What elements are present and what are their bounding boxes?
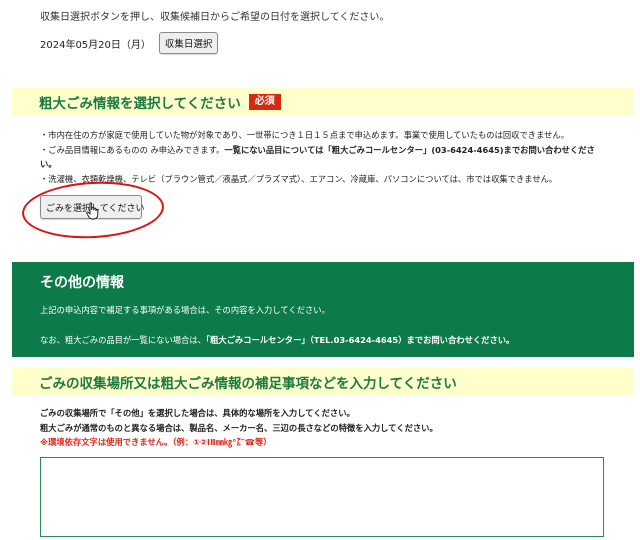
page: 収集日選択ボタンを押し、収集候補日からご希望の日付を選択してください。 2024… [0, 0, 640, 540]
required-badge: 必須 [248, 93, 281, 110]
other-info-title: その他の情報 [40, 275, 124, 291]
collection-date-select-button[interactable]: 収集日選択 [158, 32, 219, 54]
supplement-section-header: ごみの収集場所又は粗大ごみ情報の補足事項などを入力してください [12, 368, 634, 395]
note-2-continued: い。 [40, 157, 630, 172]
note-1: ・市内在住の方が家庭で使用していた物が対象であり、一世帯につき１日１５点まで申込… [40, 130, 570, 140]
note-2: ・ごみ品目情報にあるものの み申込みできます。一覧にない品目については「粗大ごみ… [40, 143, 630, 158]
collection-date-row: 2024年05月20日（月） 収集日選択 [40, 32, 219, 54]
other-info-panel: その他の情報 上記の申込内容で補足する事項がある場合は、その内容を入力してくださ… [12, 262, 634, 357]
env-char-warning: ※環境依存文字は使用できません。（例：①②ⅠⅡ㎜㎏°㌃☎等） [40, 437, 272, 447]
supplement-instructions: ごみの収集場所で「その他」を選択した場合は、具体的な場所を入力してください。 粗… [40, 406, 438, 450]
instruction-1: ごみの収集場所で「その他」を選択した場合は、具体的な場所を入力してください。 [40, 408, 355, 418]
bulky-info-title: 粗大ごみ情報を選択してください [39, 95, 241, 112]
note-2-bold-end: い。 [40, 159, 57, 169]
instruction-2: 粗大ごみが通常のものと異なる場合は、製品名、メーカー名、三辺の長さなどの特徴を入… [40, 422, 438, 433]
bulky-info-section-header: 粗大ごみ情報を選択してください 必須 [12, 88, 634, 115]
note-2-text: ・ごみ品目情報にあるものの み申込みできます。 [40, 144, 225, 155]
hand-cursor-icon [86, 202, 99, 220]
supplement-title: ごみの収集場所又は粗大ごみ情報の補足事項などを入力してください [39, 375, 457, 392]
collection-date-instruction: 収集日選択ボタンを押し、収集候補日からご希望の日付を選択してください。 [40, 12, 390, 23]
other-info-line-2-prefix: なお、粗大ごみの品目が一覧にない場合は、 [40, 335, 206, 345]
other-info-line-1: 上記の申込内容で補足する事項がある場合は、その内容を入力してください。 [40, 305, 330, 315]
call-center-contact: 「粗大ごみコールセンター」（TEL.03-6424-4645）までお問い合わせく… [205, 335, 515, 345]
supplement-textarea[interactable] [40, 457, 604, 537]
note-2-bold: 一覧にない品目については「粗大ごみコールセンター」(03-6424-4645)ま… [224, 144, 595, 155]
bulky-info-notes: ・市内在住の方が家庭で使用していた物が対象であり、一世帯につき１日１５点まで申込… [40, 128, 630, 186]
selected-date: 2024年05月20日（月） [40, 39, 151, 51]
other-info-line-2: なお、粗大ごみの品目が一覧にない場合は、「粗大ごみコールセンター」（TEL.03… [40, 334, 514, 346]
